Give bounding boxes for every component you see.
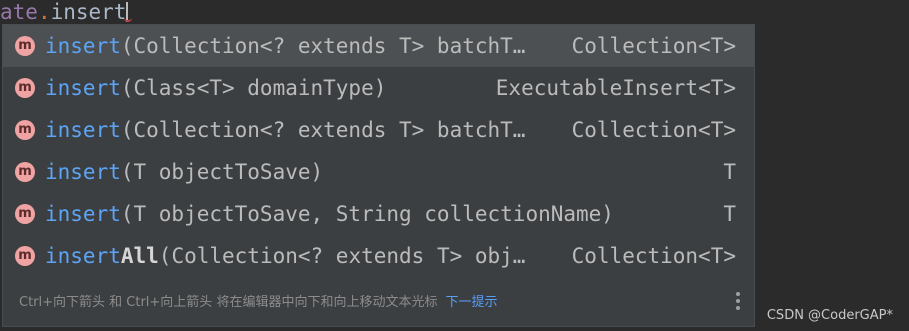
completion-item[interactable]: m insert(T objectToSave) T [3,151,754,193]
method-icon: m [15,246,35,266]
completion-footer: Ctrl+向下箭头 和 Ctrl+向上箭头 将在编辑器中向下和向上移动文本光标 … [3,274,754,326]
return-type: ExecutableInsert<T> [495,76,736,100]
method-icon: m [15,204,35,224]
footer-hint-text: Ctrl+向下箭头 和 Ctrl+向上箭头 将在编辑器中向下和向上移动文本光标 [19,294,438,310]
method-signature: insert(Collection<? extends T> batchT… [45,34,572,58]
method-name: insert [45,202,121,226]
return-type: Collection<T> [571,118,736,142]
completion-item[interactable]: m insert(Class<T> domainType) Executable… [3,67,754,109]
watermark: CSDN @CoderGAP* [766,308,893,323]
method-name: insert [45,160,121,184]
method-params: (T objectToSave, String collectionName) [120,202,614,226]
completion-list: m insert(Collection<? extends T> batchT…… [3,25,754,277]
editor-code-line[interactable]: ate.insert [0,0,909,24]
method-signature: insertAll(Collection<? extends T> obj… [45,244,572,268]
method-params: (Class<T> domainType) [120,76,387,100]
return-type: Collection<T> [571,244,736,268]
completion-item[interactable]: m insert(Collection<? extends T> batchT…… [3,109,754,151]
return-type: T [723,160,736,184]
code-dot: . [37,0,51,24]
method-params: (Collection<? extends T> obj… [158,244,526,268]
method-name: insert [45,118,121,142]
method-signature: insert(Class<T> domainType) [45,76,496,100]
method-params: (Collection<? extends T> batchT… [120,118,526,142]
return-type: T [723,202,736,226]
more-options-icon[interactable] [736,292,740,313]
code-method-fragment: insert [50,0,127,24]
method-signature: insert(T objectToSave) [45,160,723,184]
method-signature: insert(T objectToSave, String collection… [45,202,723,226]
method-name: insert [45,34,121,58]
completion-item[interactable]: m insertAll(Collection<? extends T> obj…… [3,235,754,277]
completion-item[interactable]: m insert(Collection<? extends T> batchT…… [3,25,754,67]
method-icon: m [15,162,35,182]
method-name-suffix: All [120,244,159,268]
completion-item[interactable]: m insert(T objectToSave, String collecti… [3,193,754,235]
method-signature: insert(Collection<? extends T> batchT… [45,118,572,142]
method-name: insert [45,244,121,268]
return-type: Collection<T> [571,34,736,58]
code-object-fragment: ate [0,0,38,24]
method-name: insert [45,76,121,100]
method-params: (T objectToSave) [120,160,324,184]
completion-popup: m insert(Collection<? extends T> batchT…… [2,24,755,327]
next-tip-link[interactable]: 下一提示 [445,291,497,310]
method-icon: m [15,36,35,56]
method-icon: m [15,120,35,140]
method-params: (Collection<? extends T> batchT… [120,34,526,58]
method-icon: m [15,78,35,98]
